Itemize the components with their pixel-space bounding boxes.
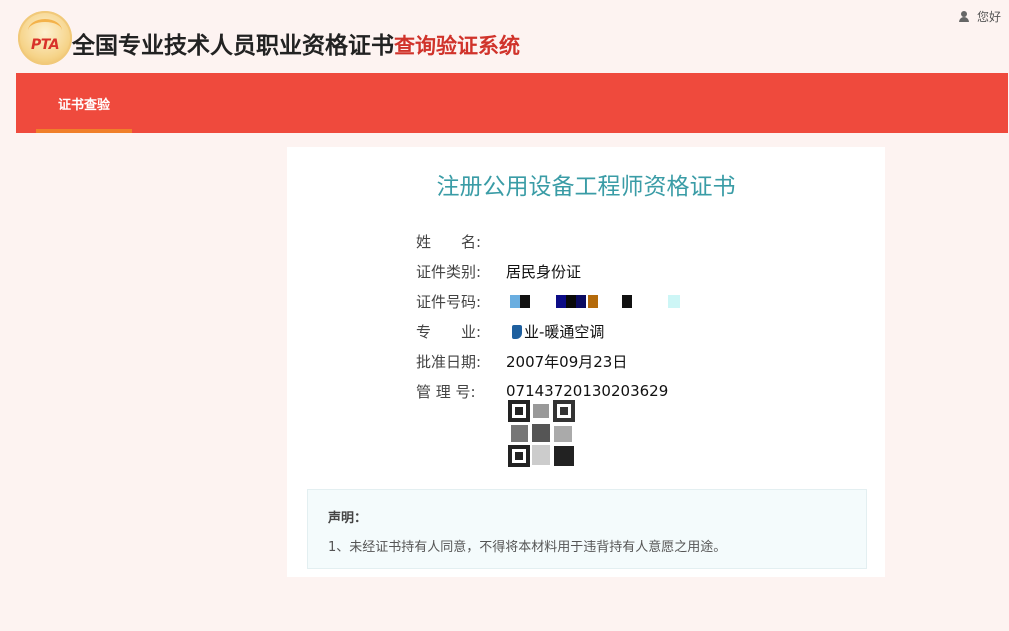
field-row-specialty: 专 业: 业-暖通空调 bbox=[416, 316, 696, 346]
field-label: 管 理 号: bbox=[416, 382, 476, 401]
certificate-info: 姓 名: 证件类别: 居民身份证 证件号码: 专 业: 业-暖通空调 批准日期:… bbox=[416, 226, 696, 406]
field-value: 业-暖通空调 bbox=[506, 321, 604, 342]
pta-logo: PTA bbox=[18, 11, 72, 65]
field-row-name: 姓 名: bbox=[416, 226, 696, 256]
field-label: 证件号码: bbox=[416, 292, 482, 311]
certificate-title: 注册公用设备工程师资格证书 bbox=[436, 174, 736, 200]
qr-code bbox=[508, 400, 575, 467]
field-value: 2007年09月23日 bbox=[506, 352, 628, 371]
declaration-title: 声明： bbox=[328, 511, 368, 526]
field-row-id-number: 证件号码: bbox=[416, 286, 696, 316]
site-title: 全国专业技术人员职业资格证书查询验证系统 bbox=[72, 26, 520, 60]
site-title-main: 全国专业技术人员职业资格证书 bbox=[72, 33, 394, 59]
field-row-id-type: 证件类别: 居民身份证 bbox=[416, 256, 696, 286]
field-label: 姓 名: bbox=[416, 232, 482, 251]
declaration-box: 声明： 1、未经证书持有人同意，不得将本材料用于违背持有人意愿之用途。 bbox=[307, 489, 867, 569]
greeting-text: 您好 bbox=[976, 10, 1001, 24]
specialty-text: 业-暖通空调 bbox=[524, 322, 605, 341]
field-label: 批准日期: bbox=[416, 352, 482, 371]
declaration-text: 1、未经证书持有人同意，不得将本材料用于违背持有人意愿之用途。 bbox=[328, 540, 727, 555]
certificate-card: 注册公用设备工程师资格证书 姓 名: 证件类别: 居民身份证 证件号码: 专 业… bbox=[287, 147, 885, 577]
redacted-id-mosaic bbox=[506, 294, 696, 309]
field-label: 专 业: bbox=[416, 322, 482, 341]
tab-certificate-verify[interactable]: 证书查验 bbox=[36, 73, 132, 133]
user-icon bbox=[958, 10, 973, 23]
logo-text: PTA bbox=[30, 37, 60, 53]
field-value: 居民身份证 bbox=[506, 262, 582, 281]
field-row-approval-date: 批准日期: 2007年09月23日 bbox=[416, 346, 696, 376]
user-greeting[interactable]: 您好 bbox=[958, 8, 1001, 25]
redacted-mark bbox=[512, 324, 522, 339]
field-label: 证件类别: bbox=[416, 262, 482, 281]
field-value: 07143720130203629 bbox=[506, 382, 669, 400]
main-navbar: 证书查验 bbox=[16, 73, 1008, 133]
site-title-sub: 查询验证系统 bbox=[394, 34, 520, 58]
